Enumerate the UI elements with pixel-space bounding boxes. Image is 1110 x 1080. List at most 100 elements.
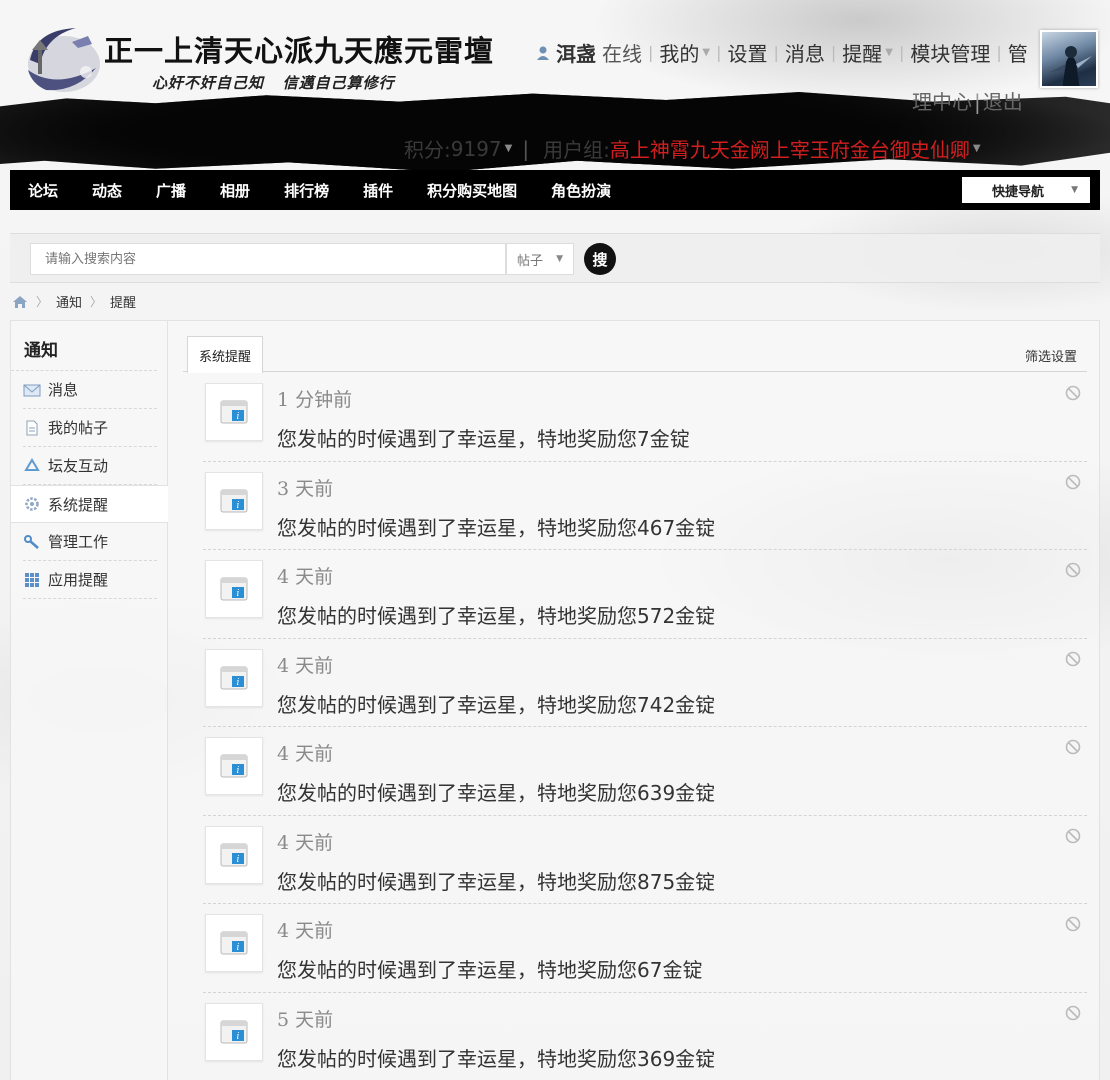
sidebar-item-interaction[interactable]: 坛友互动: [23, 447, 157, 485]
settings-link[interactable]: 设置: [727, 38, 767, 67]
search-button[interactable]: 搜: [584, 243, 616, 275]
search-type-select[interactable]: 帖子 ▼: [506, 243, 574, 275]
system-notice-icon: i: [205, 914, 263, 972]
sidebar-item-system-alerts[interactable]: 系统提醒: [11, 485, 168, 523]
site-slogan: 心奸不奸自己知 信邁自己算修行: [152, 74, 395, 92]
credit-value[interactable]: 9197: [451, 137, 502, 161]
admin-center-link-start[interactable]: 管: [1008, 38, 1028, 67]
ignore-icon[interactable]: [1065, 1005, 1081, 1021]
separator: |: [773, 42, 779, 62]
separator: |: [974, 90, 981, 114]
svg-text:i: i: [237, 589, 240, 599]
usergroup-label: 用户组:: [543, 138, 610, 162]
system-notice-icon: i: [205, 560, 263, 618]
tab-system-alerts[interactable]: 系统提醒: [187, 336, 264, 373]
sidebar-item-my-posts[interactable]: 我的帖子: [23, 409, 157, 447]
online-status[interactable]: 在线: [602, 38, 642, 67]
sidebar-title: 通知: [11, 321, 157, 371]
nav-item-buy-map[interactable]: 积分购买地图: [410, 180, 534, 201]
separator: |: [898, 42, 905, 62]
ignore-icon[interactable]: [1065, 828, 1081, 844]
nav-item-roleplay[interactable]: 角色扮演: [534, 180, 628, 201]
chevron-down-icon: ▼: [556, 254, 563, 264]
ignore-icon[interactable]: [1065, 385, 1081, 401]
separator: |: [996, 42, 1002, 62]
nav-item-broadcast[interactable]: 广播: [139, 180, 203, 201]
user-icon: [537, 46, 549, 60]
nav-item-plugins[interactable]: 插件: [346, 180, 410, 201]
sidebar-item-messages[interactable]: 消息: [23, 371, 157, 409]
quick-nav-label: 快捷导航: [992, 184, 1045, 200]
svg-text:i: i: [237, 943, 240, 953]
tab-bar: 系统提醒 筛选设置: [183, 336, 1087, 373]
ignore-icon[interactable]: [1065, 562, 1081, 578]
document-icon: [26, 420, 38, 435]
search-bar: 帖子 ▼ 搜: [10, 233, 1100, 283]
svg-text:i: i: [237, 501, 240, 511]
search-input[interactable]: [30, 243, 506, 275]
user-links-row2: 理中心 | 退出: [912, 86, 1023, 115]
sidebar-item-admin-work[interactable]: 管理工作: [23, 523, 157, 561]
chevron-down-icon[interactable]: ▼: [505, 143, 513, 154]
filter-settings-link[interactable]: 筛选设置: [1025, 346, 1077, 365]
nav-item-ranking[interactable]: 排行榜: [267, 180, 346, 201]
sidebar-item-label: 坛友互动: [48, 457, 109, 475]
chevron-down-icon[interactable]: ▼: [702, 47, 710, 58]
ignore-icon[interactable]: [1065, 651, 1081, 667]
ignore-icon[interactable]: [1065, 916, 1081, 932]
nav-item-album[interactable]: 相册: [203, 180, 267, 201]
chevron-down-icon[interactable]: ▼: [973, 143, 981, 154]
separator: |: [716, 42, 722, 62]
credit-line: 积分: 9197 ▼ | 用户组: 高上神霄九天金阙上宰玉府金台御史仙卿 ▼: [404, 134, 981, 163]
notice-text: 您发帖的时候遇到了幸运星，特地奖励您875金锭: [277, 869, 716, 894]
module-manage-link[interactable]: 模块管理: [910, 38, 990, 67]
system-notice-icon: i: [205, 1002, 263, 1061]
notice-text: 您发帖的时候遇到了幸运星，特地奖励您639金锭: [277, 781, 716, 805]
chevron-down-icon[interactable]: ▼: [885, 47, 893, 58]
breadcrumb-alerts[interactable]: 提醒: [110, 292, 136, 311]
svg-text:i: i: [237, 678, 240, 688]
notice-item: i 3 天前 您发帖的时候遇到了幸运星，特地奖励您467金锭: [203, 462, 1087, 550]
separator: |: [522, 136, 530, 161]
mine-menu[interactable]: 我的: [659, 38, 699, 67]
alerts-menu[interactable]: 提醒: [842, 38, 882, 67]
notice-time: 4 天前: [277, 654, 334, 677]
admin-center-link-end[interactable]: 理中心: [912, 90, 972, 114]
site-title[interactable]: 正一上清天心派九天應元雷壇: [104, 28, 494, 70]
system-notice-icon: i: [205, 737, 263, 795]
quick-nav-dropdown[interactable]: 快捷导航 ▼: [962, 177, 1090, 203]
chevron-down-icon: ▼: [1071, 185, 1078, 195]
nav-item-forum[interactable]: 论坛: [10, 180, 75, 201]
ignore-icon[interactable]: [1065, 474, 1081, 490]
system-notice-icon: i: [205, 648, 263, 707]
avatar[interactable]: [1040, 30, 1098, 88]
messages-link[interactable]: 消息: [785, 38, 825, 67]
breadcrumb-separator: 〉: [90, 295, 103, 309]
notice-text: 您发帖的时候遇到了幸运星，特地奖励您7金锭: [277, 427, 690, 451]
usergroup-value[interactable]: 高上神霄九天金阙上宰玉府金台御史仙卿: [610, 134, 970, 163]
breadcrumb-separator: 〉: [36, 295, 49, 309]
sidebar-item-label: 我的帖子: [48, 419, 109, 437]
sidebar-item-app-alerts[interactable]: 应用提醒: [23, 561, 157, 599]
notice-text: 您发帖的时候遇到了幸运星，特地奖励您467金锭: [277, 515, 716, 540]
notice-text: 您发帖的时候遇到了幸运星，特地奖励您572金锭: [277, 604, 716, 628]
gear-icon: [25, 497, 39, 511]
system-notice-icon: i: [205, 383, 263, 441]
breadcrumb: 〉 通知 〉 提醒: [12, 292, 136, 311]
separator: |: [830, 42, 837, 62]
username-link[interactable]: 洱盏: [556, 38, 596, 67]
home-icon[interactable]: [12, 295, 28, 309]
ignore-icon[interactable]: [1065, 739, 1081, 755]
notice-text: 您发帖的时候遇到了幸运星，特地奖励您369金锭: [277, 1046, 716, 1071]
system-notice-icon: i: [205, 825, 263, 884]
sidebar-item-label: 系统提醒: [48, 495, 109, 514]
notice-text: 您发帖的时候遇到了幸运星，特地奖励您67金锭: [277, 958, 703, 982]
notice-item: i 4 天前 您发帖的时候遇到了幸运星，特地奖励您67金锭: [203, 904, 1087, 993]
site-logo-icon[interactable]: [16, 20, 104, 96]
logout-link[interactable]: 退出: [983, 90, 1023, 114]
breadcrumb-notice[interactable]: 通知: [56, 292, 82, 311]
recycle-icon: [24, 457, 40, 471]
main-nav: 论坛 动态 广播 相册 排行榜 插件 积分购买地图 角色扮演 快捷导航 ▼: [10, 170, 1100, 210]
nav-item-feed[interactable]: 动态: [75, 180, 139, 201]
envelope-icon: [23, 384, 41, 396]
